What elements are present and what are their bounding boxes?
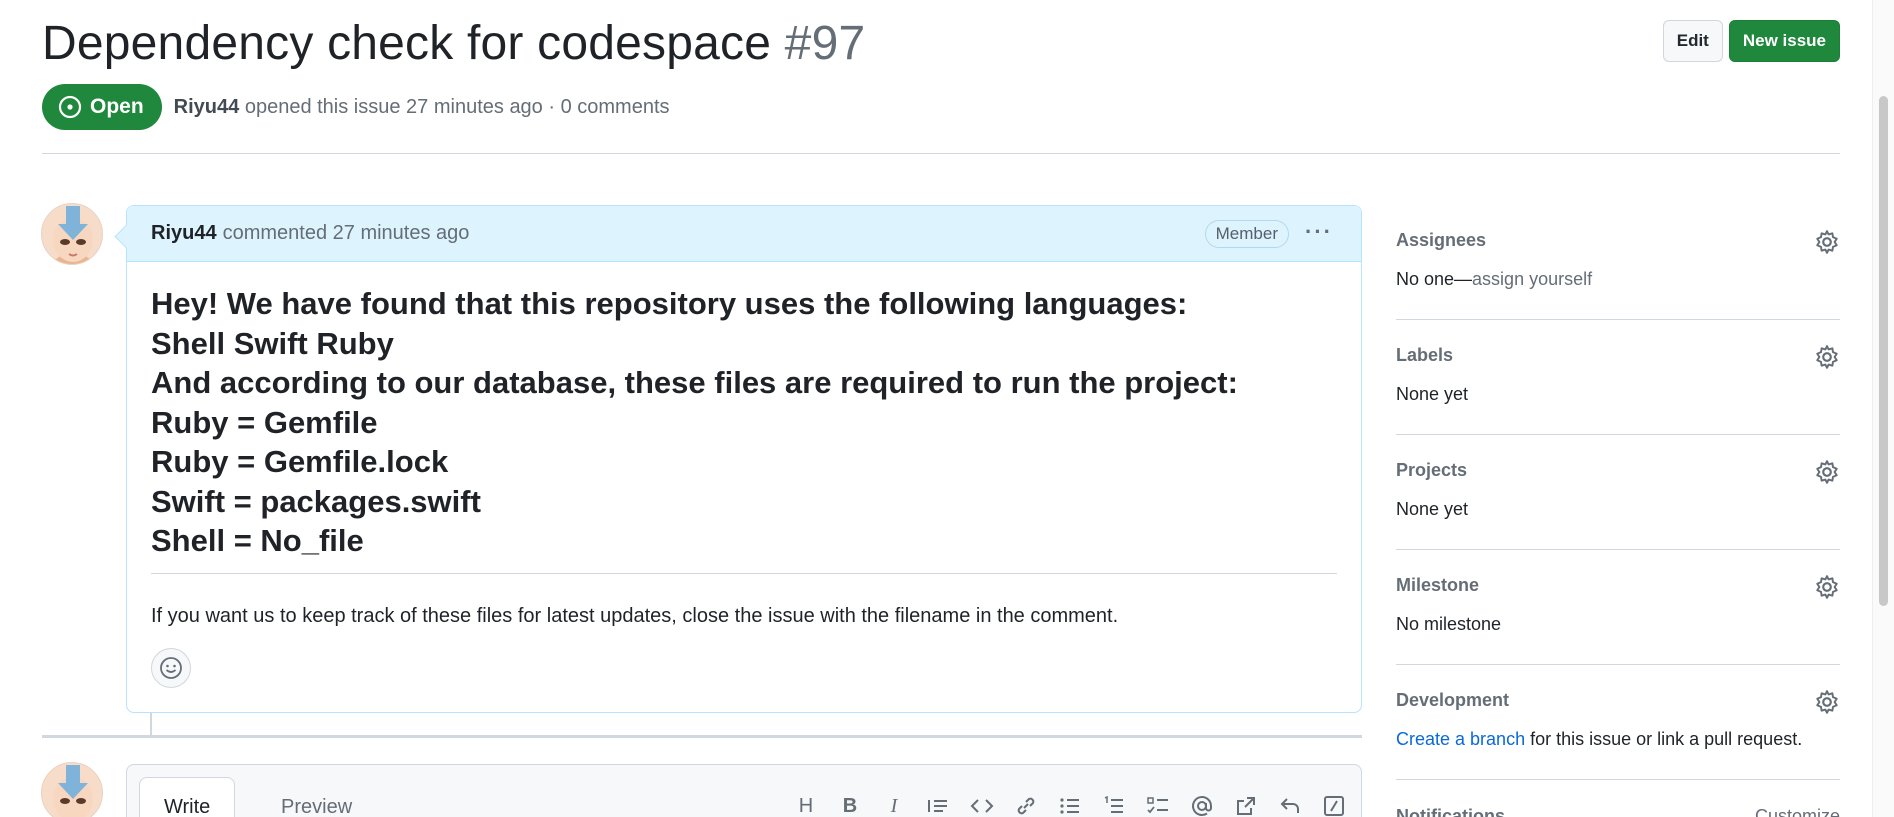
sidebar-notifications: Notifications Customize — [1396, 780, 1840, 817]
issue-title: Dependency check for codespace #97 — [42, 14, 1840, 74]
sidebar-projects: Projects None yet — [1396, 435, 1840, 550]
comment-line: Swift = packages.swift — [151, 483, 481, 519]
mention-icon[interactable] — [1189, 793, 1215, 817]
bulleted-list-icon[interactable] — [1057, 793, 1083, 817]
sidebar-title: Assignees — [1396, 230, 1487, 250]
comment-author-link[interactable]: Riyu44 — [151, 222, 217, 245]
avatar-image — [42, 204, 102, 264]
comment-line: Shell Swift Ruby — [151, 325, 394, 361]
issue-author-link[interactable]: Riyu44 — [174, 96, 240, 118]
heading-icon[interactable]: H — [793, 793, 819, 817]
add-reaction-button[interactable] — [151, 648, 191, 688]
gear-icon[interactable] — [1814, 344, 1840, 370]
task-list-icon[interactable] — [1145, 793, 1171, 817]
status-label: Open — [90, 95, 144, 118]
member-badge: Member — [1204, 220, 1289, 248]
comment-header: Riyu44 commented 27 minutes ago Member ·… — [127, 206, 1361, 262]
development-value: Create a branch for this issue or link a… — [1396, 729, 1840, 750]
comment-line: Shell = No_file — [151, 523, 364, 558]
comment-options-icon[interactable]: ··· — [1305, 221, 1333, 243]
issue-header: Dependency check for codespace #97 Edit … — [42, 14, 1840, 154]
numbered-list-icon[interactable] — [1101, 793, 1127, 817]
edit-button[interactable]: Edit — [1662, 20, 1723, 62]
gear-icon[interactable] — [1814, 689, 1840, 715]
code-icon[interactable] — [969, 793, 995, 817]
timeline-separator — [42, 735, 1362, 738]
slash-command-icon[interactable] — [1321, 793, 1347, 817]
projects-value: None yet — [1396, 499, 1469, 519]
saved-reply-icon[interactable] — [1277, 793, 1303, 817]
issue-meta-row: Open Riyu44 opened this issue 27 minutes… — [42, 84, 670, 130]
markdown-toolbar: H B I — [793, 793, 1347, 817]
status-badge: Open — [42, 84, 162, 130]
assignees-value: No one— — [1396, 269, 1473, 289]
timeline-line — [150, 713, 152, 737]
gear-icon[interactable] — [1814, 574, 1840, 600]
comment-composer: Write Preview H B I — [126, 764, 1362, 817]
milestone-value: No milestone — [1396, 614, 1502, 634]
italic-icon[interactable]: I — [881, 793, 907, 817]
avatar[interactable] — [41, 762, 103, 817]
comment-line: Hey! We have found that this repository … — [151, 286, 1188, 321]
issue-comment: Riyu44 commented 27 minutes ago Member ·… — [126, 205, 1362, 713]
scrollbar-thumb[interactable] — [1879, 96, 1888, 606]
comment-note: If you want us to keep track of these fi… — [151, 604, 1119, 627]
scrollbar[interactable] — [1872, 0, 1894, 817]
labels-value: None yet — [1396, 384, 1469, 404]
comment-body: Hey! We have found that this repository … — [127, 262, 1361, 630]
quote-icon[interactable] — [925, 793, 951, 817]
comment-line: Ruby = Gemfile.lock — [151, 444, 449, 479]
issue-meta: Riyu44 opened this issue 27 minutes ago … — [174, 96, 670, 119]
sidebar-title: Milestone — [1396, 575, 1480, 595]
assign-yourself-link[interactable]: assign yourself — [1472, 269, 1592, 289]
comment-timestamp[interactable]: commented 27 minutes ago — [223, 222, 470, 245]
tab-preview[interactable]: Preview — [257, 777, 376, 817]
create-branch-link[interactable]: Create a branch — [1396, 729, 1525, 749]
sidebar-title: Development — [1396, 690, 1510, 710]
issue-title-text: Dependency check for codespace — [42, 17, 772, 70]
sidebar-development: Development Create a branch for this iss… — [1396, 665, 1840, 780]
issue-open-icon — [58, 95, 82, 119]
issue-number: #97 — [784, 17, 866, 70]
smiley-icon — [160, 657, 182, 679]
bold-icon[interactable]: B — [837, 793, 863, 817]
link-icon[interactable] — [1013, 793, 1039, 817]
comment-line: Ruby = Gemfile — [151, 404, 378, 440]
development-text: for this issue or link a pull request. — [1525, 729, 1803, 749]
sidebar-labels: Labels None yet — [1396, 320, 1840, 435]
issue-sidebar: Assignees No one—assign yourself Labels … — [1396, 205, 1840, 817]
divider — [151, 572, 1337, 574]
sidebar-milestone: Milestone No milestone — [1396, 550, 1840, 665]
sidebar-title: Labels — [1396, 345, 1454, 365]
customize-link[interactable]: Customize — [1755, 806, 1840, 817]
avatar[interactable] — [41, 203, 103, 265]
tab-write[interactable]: Write — [139, 777, 236, 817]
gear-icon[interactable] — [1814, 229, 1840, 255]
new-issue-button[interactable]: New issue — [1728, 20, 1840, 62]
sidebar-value: No one—assign yourself — [1396, 269, 1840, 290]
sidebar-assignees: Assignees No one—assign yourself — [1396, 205, 1840, 320]
header-actions: Edit New issue — [1662, 20, 1840, 62]
cross-reference-icon[interactable] — [1233, 793, 1259, 817]
gear-icon[interactable] — [1814, 459, 1840, 485]
issue-meta-text: opened this issue 27 minutes ago · 0 com… — [244, 95, 670, 118]
sidebar-title: Projects — [1396, 460, 1468, 480]
avatar-image — [42, 763, 102, 817]
comment-line: And according to our database, these fil… — [151, 365, 1238, 400]
